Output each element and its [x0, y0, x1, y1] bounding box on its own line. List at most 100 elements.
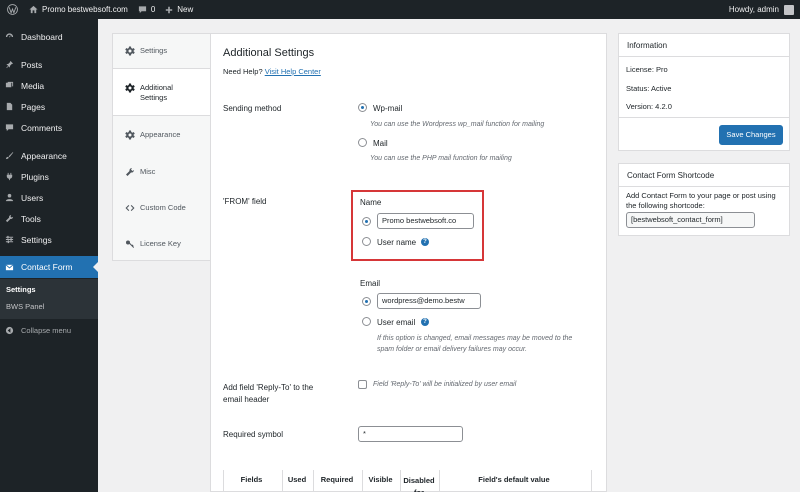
collapse-label: Collapse menu — [21, 326, 72, 335]
status-text: Status: Active — [626, 84, 672, 93]
gear-icon — [125, 46, 135, 56]
table-header-disabled-for: Disabled for — [403, 476, 435, 492]
site-name-link[interactable]: Promo bestwebsoft.com — [24, 0, 133, 19]
divider — [619, 186, 789, 187]
submenu-bws-panel[interactable]: BWS Panel — [6, 302, 44, 311]
menu-media[interactable]: Media — [0, 76, 98, 95]
table-header-fields: Fields — [240, 475, 263, 484]
table-header-visible: Visible — [368, 475, 393, 484]
pin-icon — [5, 60, 14, 69]
admin-menu: Dashboard Posts Media Pages Comments App… — [0, 19, 98, 492]
wpmail-radio[interactable] — [358, 103, 367, 112]
menu-dashboard[interactable]: Dashboard — [0, 27, 98, 46]
envelope-icon — [5, 263, 14, 272]
tab-misc[interactable]: Misc — [113, 167, 212, 177]
menu-comments[interactable]: Comments — [0, 118, 98, 137]
tab-additional-settings[interactable]: Additional Settings — [113, 68, 213, 116]
site-name: Promo bestwebsoft.com — [42, 5, 128, 14]
from-name-input[interactable]: Promo bestwebsoft.co — [377, 213, 474, 229]
submenu-settings[interactable]: Settings — [6, 285, 36, 294]
required-symbol-label: Required symbol — [223, 430, 284, 439]
user-name-label: User name — [377, 238, 417, 247]
home-icon — [29, 5, 38, 14]
required-symbol-input[interactable]: * — [358, 426, 463, 442]
menu-users[interactable]: Users — [0, 188, 98, 207]
menu-posts[interactable]: Posts — [0, 55, 98, 74]
user-email-label: User email — [377, 318, 416, 327]
tab-custom-code[interactable]: Custom Code — [113, 203, 212, 213]
from-email-radio[interactable] — [362, 297, 371, 306]
shortcode-field[interactable]: [bestwebsoft_contact_form] — [626, 212, 755, 228]
divider — [619, 56, 789, 57]
brush-icon — [5, 151, 14, 160]
information-title: Information — [627, 41, 668, 50]
tab-label: Appearance — [140, 130, 181, 139]
reply-to-label: Add field 'Reply-To' to the email header — [223, 383, 314, 404]
from-name-radio[interactable] — [362, 217, 371, 226]
comments-link[interactable]: 0 — [133, 0, 160, 19]
collapse-menu-button[interactable]: Collapse menu — [0, 321, 98, 340]
wpmail-description: You can use the Wordpress wp_mail functi… — [370, 121, 545, 128]
menu-settings[interactable]: Settings — [0, 230, 98, 249]
shortcode-box: Contact Form Shortcode Add Contact Form … — [618, 163, 790, 236]
settings-panel: Additional Settings Need Help? Visit Hel… — [210, 33, 607, 492]
from-email-input[interactable]: wordpress@demo.bestw — [377, 293, 481, 309]
account-menu[interactable]: Howdy, admin — [724, 0, 800, 19]
tab-license-key[interactable]: License Key — [113, 239, 212, 249]
new-label: New — [177, 5, 194, 14]
reply-to-checkbox[interactable] — [358, 380, 367, 389]
howdy-text: Howdy, admin — [728, 5, 779, 14]
email-note: If this option is changed, email message… — [377, 335, 573, 353]
user-email-radio[interactable] — [362, 317, 371, 326]
wordpress-logo-icon[interactable] — [0, 0, 24, 19]
menu-label: Tools — [21, 213, 41, 224]
sliders-icon — [5, 235, 14, 244]
menu-contact-form[interactable]: Contact Form — [0, 256, 98, 278]
menu-pages[interactable]: Pages — [0, 97, 98, 116]
from-field-label: 'FROM' field — [223, 197, 267, 206]
save-changes-button[interactable]: Save Changes — [719, 125, 783, 145]
menu-appearance[interactable]: Appearance — [0, 146, 98, 165]
menu-plugins[interactable]: Plugins — [0, 167, 98, 186]
menu-label: Pages — [21, 101, 46, 112]
menu-label: Dashboard — [21, 31, 63, 42]
user-name-radio[interactable] — [362, 237, 371, 246]
help-icon[interactable]: ? — [421, 318, 429, 326]
new-content-link[interactable]: New — [160, 0, 198, 19]
table-divider — [591, 470, 592, 492]
menu-label: Settings — [21, 234, 52, 245]
dashboard-icon — [5, 32, 14, 41]
tab-settings[interactable]: Settings — [113, 46, 212, 56]
key-icon — [125, 239, 135, 249]
user-icon — [5, 193, 14, 202]
tab-label: Settings — [140, 46, 168, 55]
menu-label: Plugins — [21, 171, 49, 182]
menu-label: Posts — [21, 59, 43, 70]
menu-label: Contact Form — [21, 262, 73, 272]
page-icon — [5, 102, 14, 111]
mail-radio[interactable] — [358, 138, 367, 147]
menu-label: Media — [21, 80, 45, 91]
code-icon — [125, 203, 135, 213]
wrench-icon — [125, 167, 135, 177]
help-prefix: Need Help? — [223, 67, 263, 76]
plus-icon — [166, 6, 173, 13]
gear-icon — [125, 83, 135, 93]
menu-label: Users — [21, 192, 44, 203]
help-line: Need Help? Visit Help Center — [223, 67, 321, 76]
name-heading: Name — [360, 198, 382, 207]
help-center-link[interactable]: Visit Help Center — [265, 67, 321, 76]
page-title: Additional Settings — [223, 47, 315, 59]
table-header-default-value: Field's default value — [478, 475, 550, 484]
table-header-used: Used — [287, 475, 307, 484]
help-icon[interactable]: ? — [421, 238, 429, 246]
contact-form-submenu: Settings BWS Panel — [0, 279, 98, 319]
avatar — [784, 4, 794, 15]
menu-tools[interactable]: Tools — [0, 209, 98, 228]
tab-label: Additional Settings — [140, 83, 173, 102]
information-box: Information License: Pro Status: Active … — [618, 33, 790, 151]
tab-appearance[interactable]: Appearance — [113, 130, 212, 140]
reply-to-description: Field 'Reply-To' will be initialized by … — [373, 381, 517, 388]
tab-label: License Key — [140, 239, 181, 248]
gear-icon — [125, 130, 135, 140]
